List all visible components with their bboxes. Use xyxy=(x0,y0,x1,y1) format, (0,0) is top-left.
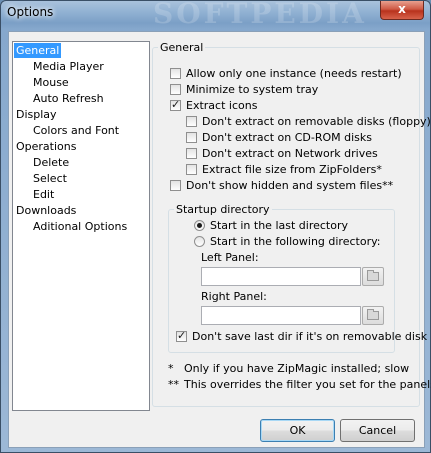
tree-item-select[interactable]: Select xyxy=(31,171,69,186)
check-mark-icon: ✓ xyxy=(171,98,181,111)
start-following-directory-label: Start in the following directory: xyxy=(210,235,381,248)
minimize-tray-label: Minimize to system tray xyxy=(186,83,319,96)
checkbox-box xyxy=(170,180,181,191)
tree-item-edit[interactable]: Edit xyxy=(31,187,56,202)
hidden-files-label: Don't show hidden and system files** xyxy=(186,179,394,192)
cancel-button[interactable]: Cancel xyxy=(340,419,415,442)
zipfolders-size-label: Extract file size from ZipFolders* xyxy=(202,163,382,176)
check-mark-icon: ✓ xyxy=(177,329,187,342)
close-button[interactable]: x xyxy=(380,1,424,20)
folder-icon xyxy=(367,270,379,281)
no-extract-removable-label: Don't extract on removable disks (floppy… xyxy=(202,115,431,128)
start-last-directory-radio[interactable]: Start in the last directory xyxy=(194,219,348,233)
tree-item-colors-and-font[interactable]: Colors and Font xyxy=(31,123,121,138)
startup-directory-legend: Startup directory xyxy=(174,203,272,216)
tree-item-operations[interactable]: Operations xyxy=(14,139,78,154)
tree-item-auto-refresh[interactable]: Auto Refresh xyxy=(31,91,106,106)
left-panel-browse-button[interactable] xyxy=(362,267,384,286)
title-bar[interactable]: SOFTPEDIA Options x xyxy=(1,0,430,30)
right-panel-label: Right Panel: xyxy=(201,290,267,303)
ok-button[interactable]: OK xyxy=(260,419,335,442)
window-title: Options xyxy=(7,5,54,19)
right-panel-input[interactable] xyxy=(201,306,361,325)
tree-item-display[interactable]: Display xyxy=(14,107,59,122)
close-icon: x xyxy=(398,2,406,16)
checkbox-box xyxy=(170,68,181,79)
options-window: SOFTPEDIA Options x General Media Player… xyxy=(0,0,431,453)
radio-button xyxy=(194,220,205,231)
tree-item-aditional-options[interactable]: Aditional Options xyxy=(31,219,129,234)
note-mark-1: * xyxy=(168,362,174,375)
note-text-1: Only if you have ZipMagic installed; slo… xyxy=(184,362,410,375)
no-extract-cdrom-checkbox[interactable]: Don't extract on CD-ROM disks xyxy=(186,131,372,145)
zipfolders-size-checkbox[interactable]: Extract file size from ZipFolders* xyxy=(186,163,382,177)
note-text-2: This overrides the filter you set for th… xyxy=(184,378,431,391)
tree-item-mouse[interactable]: Mouse xyxy=(31,75,71,90)
checkbox-box xyxy=(170,84,181,95)
no-extract-removable-checkbox[interactable]: Don't extract on removable disks (floppy… xyxy=(186,115,431,129)
tree-item-media-player[interactable]: Media Player xyxy=(31,59,106,74)
radio-button xyxy=(194,236,205,247)
category-tree[interactable]: General Media Player Mouse Auto Refresh … xyxy=(12,41,150,411)
extract-icons-checkbox[interactable]: ✓ Extract icons xyxy=(170,98,258,113)
general-legend: General xyxy=(158,41,206,54)
checkbox-box: ✓ xyxy=(170,98,181,111)
checkbox-box: ✓ xyxy=(176,329,187,342)
allow-one-instance-checkbox[interactable]: Allow only one instance (needs restart) xyxy=(170,67,402,81)
tree-item-delete[interactable]: Delete xyxy=(31,155,71,170)
note-mark-2: ** xyxy=(168,378,179,391)
checkbox-box xyxy=(186,132,197,143)
extract-icons-label: Extract icons xyxy=(186,99,258,112)
no-extract-network-checkbox[interactable]: Don't extract on Network drives xyxy=(186,147,378,161)
dont-save-removable-checkbox[interactable]: ✓ Don't save last dir if it's on removabl… xyxy=(176,329,428,344)
start-following-directory-radio[interactable]: Start in the following directory: xyxy=(194,235,381,249)
radio-dot-icon xyxy=(197,223,202,228)
left-panel-label: Left Panel: xyxy=(201,251,259,264)
hidden-files-checkbox[interactable]: Don't show hidden and system files** xyxy=(170,179,393,193)
right-panel-browse-button[interactable] xyxy=(362,306,384,325)
checkbox-box xyxy=(186,116,197,127)
start-last-directory-label: Start in the last directory xyxy=(210,219,348,232)
minimize-tray-checkbox[interactable]: Minimize to system tray xyxy=(170,83,318,97)
dialog-client-area: General Media Player Mouse Auto Refresh … xyxy=(8,31,431,448)
checkbox-box xyxy=(186,148,197,159)
dont-save-removable-label: Don't save last dir if it's on removable… xyxy=(192,330,428,343)
watermark: SOFTPEDIA xyxy=(153,0,367,30)
folder-icon xyxy=(367,309,379,320)
no-extract-cdrom-label: Don't extract on CD-ROM disks xyxy=(202,131,373,144)
left-panel-input[interactable] xyxy=(201,267,361,286)
tree-item-downloads[interactable]: Downloads xyxy=(14,203,78,218)
checkbox-box xyxy=(186,164,197,175)
allow-one-instance-label: Allow only one instance (needs restart) xyxy=(186,67,402,80)
no-extract-network-label: Don't extract on Network drives xyxy=(202,147,378,160)
tree-item-general[interactable]: General xyxy=(14,43,62,58)
